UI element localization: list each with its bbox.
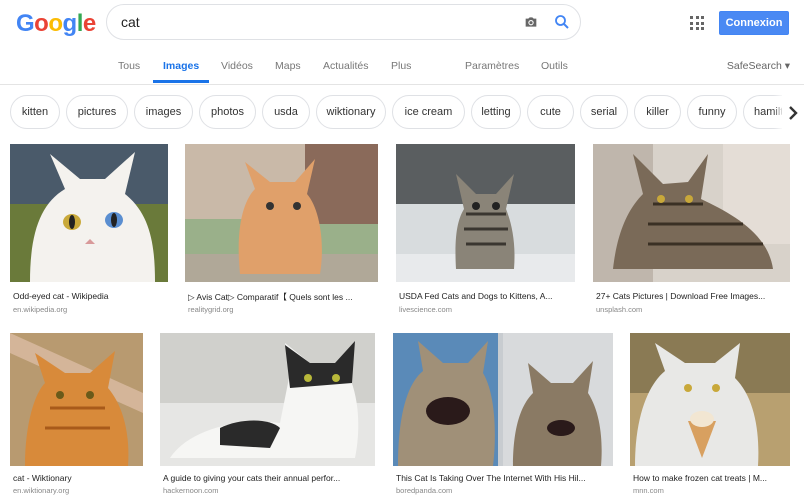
tab-settings[interactable]: Paramètres: [465, 60, 519, 72]
result-source: realitygrid.org: [188, 305, 234, 314]
chip-usda[interactable]: usda: [262, 95, 310, 129]
image-result[interactable]: How to make frozen cat treats | M... mnn…: [630, 333, 790, 495]
result-title[interactable]: USDA Fed Cats and Dogs to Kittens, A...: [399, 291, 575, 301]
tab-more[interactable]: Plus: [391, 60, 411, 72]
image-result[interactable]: ▷ Avis Cat▷ Comparatif【 Quels sont les .…: [185, 144, 378, 314]
chip-kitten[interactable]: kitten: [10, 95, 60, 129]
tab-videos[interactable]: Vidéos: [221, 60, 253, 72]
result-title[interactable]: How to make frozen cat treats | M...: [633, 473, 790, 483]
result-source: unsplash.com: [596, 305, 643, 314]
chip-photos[interactable]: photos: [199, 95, 256, 129]
apps-grid-icon[interactable]: [690, 16, 704, 30]
image-result[interactable]: 27+ Cats Pictures | Download Free Images…: [593, 144, 790, 314]
result-source: en.wikipedia.org: [13, 305, 68, 314]
result-source: mnn.com: [633, 486, 664, 495]
tab-tools[interactable]: Outils: [541, 60, 568, 72]
tab-all[interactable]: Tous: [118, 60, 140, 72]
image-result[interactable]: Odd-eyed cat - Wikipedia en.wikipedia.or…: [10, 144, 168, 314]
signin-button[interactable]: Connexion: [719, 11, 789, 35]
related-search-chips: kitten pictures images photos usda wikti…: [0, 92, 804, 134]
result-thumbnail[interactable]: [593, 144, 790, 282]
camera-icon[interactable]: [523, 14, 539, 30]
tab-maps[interactable]: Maps: [275, 60, 301, 72]
chip-funny[interactable]: funny: [687, 95, 737, 129]
result-source: boredpanda.com: [396, 486, 453, 495]
tab-images[interactable]: Images: [163, 60, 199, 72]
result-thumbnail[interactable]: [393, 333, 613, 466]
result-title[interactable]: This Cat Is Taking Over The Internet Wit…: [396, 473, 613, 483]
result-thumbnail[interactable]: [396, 144, 575, 282]
chip-pictures[interactable]: pictures: [66, 95, 128, 129]
image-result[interactable]: cat - Wiktionary en.wiktionary.org: [10, 333, 143, 495]
result-thumbnail[interactable]: [630, 333, 790, 466]
chip-cute[interactable]: cute: [527, 95, 574, 129]
tab-news[interactable]: Actualités: [323, 60, 369, 72]
chips-next-button[interactable]: [782, 92, 804, 134]
result-source: livescience.com: [399, 305, 452, 314]
search-box: [106, 4, 581, 40]
result-source: hackernoon.com: [163, 486, 219, 495]
safesearch-menu[interactable]: SafeSearch ▾: [727, 60, 790, 72]
result-title[interactable]: 27+ Cats Pictures | Download Free Images…: [596, 291, 790, 301]
chip-letting[interactable]: letting: [471, 95, 521, 129]
result-thumbnail[interactable]: [185, 144, 378, 282]
result-title[interactable]: cat - Wiktionary: [13, 473, 143, 483]
chip-ice-cream[interactable]: ice cream: [392, 95, 465, 129]
image-result[interactable]: USDA Fed Cats and Dogs to Kittens, A... …: [396, 144, 575, 314]
result-thumbnail[interactable]: [10, 333, 143, 466]
search-tabs: Tous Images Vidéos Maps Actualités Plus …: [0, 58, 804, 84]
result-thumbnail[interactable]: [10, 144, 168, 282]
chip-wiktionary[interactable]: wiktionary: [316, 95, 386, 129]
result-thumbnail[interactable]: [160, 333, 375, 466]
chip-images[interactable]: images: [134, 95, 193, 129]
active-tab-indicator: [153, 80, 209, 83]
result-source: en.wiktionary.org: [13, 486, 70, 495]
result-title[interactable]: ▷ Avis Cat▷ Comparatif【 Quels sont les .…: [188, 291, 378, 303]
top-bar: Google Connexion Tous Images Vidéos Maps…: [0, 0, 804, 85]
image-result[interactable]: A guide to giving your cats their annual…: [160, 333, 375, 495]
result-title[interactable]: Odd-eyed cat - Wikipedia: [13, 291, 167, 301]
result-title[interactable]: A guide to giving your cats their annual…: [163, 473, 375, 483]
image-result[interactable]: This Cat Is Taking Over The Internet Wit…: [393, 333, 613, 495]
google-logo[interactable]: Google: [16, 10, 96, 38]
chip-serial[interactable]: serial: [580, 95, 628, 129]
chevron-right-icon: [789, 106, 798, 120]
search-input[interactable]: [121, 13, 501, 31]
chip-killer[interactable]: killer: [634, 95, 681, 129]
search-icon[interactable]: [553, 13, 571, 31]
